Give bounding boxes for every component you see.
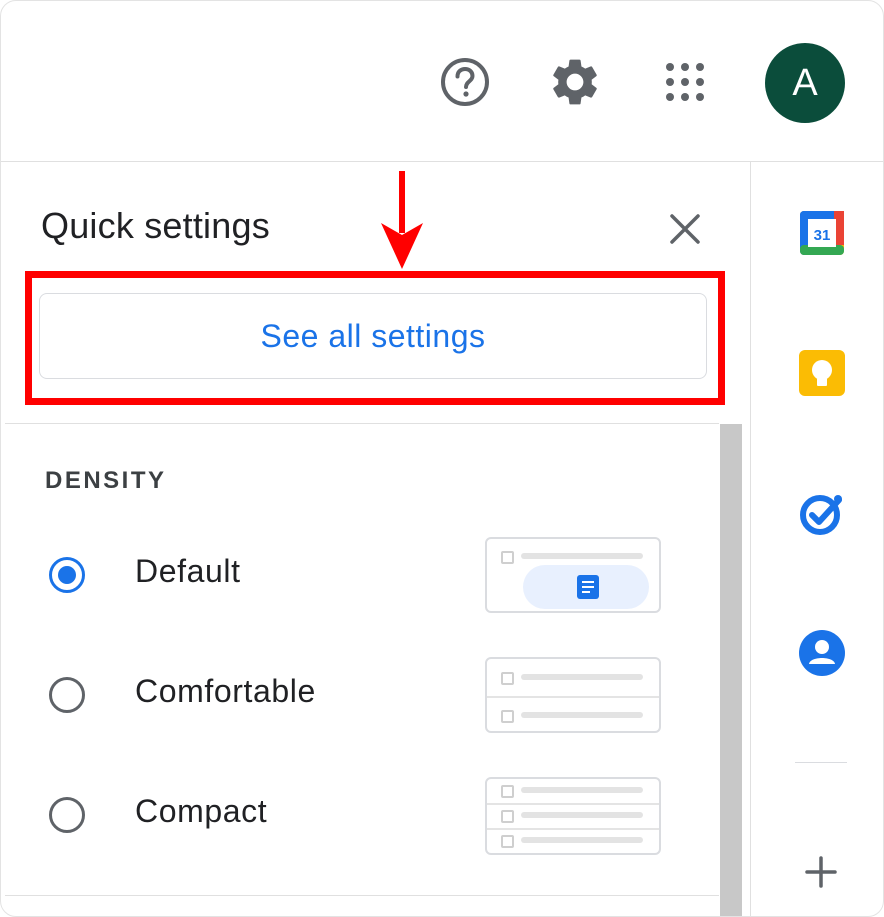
calendar-icon[interactable]: 31 [797, 208, 847, 258]
contacts-icon[interactable] [797, 628, 847, 678]
section-divider [5, 895, 719, 896]
close-icon[interactable] [665, 209, 705, 249]
help-circle-icon[interactable] [436, 53, 494, 111]
density-option-compact[interactable]: Compact [41, 777, 681, 857]
rail-divider [795, 762, 847, 763]
side-rail: 31 [750, 162, 883, 916]
annotation-arrow-icon [381, 171, 423, 269]
panel-title: Quick settings [41, 205, 270, 246]
tasks-icon[interactable] [797, 488, 847, 538]
section-divider [5, 423, 719, 424]
calendar-day: 31 [814, 227, 831, 244]
option-label: Compact [135, 793, 268, 829]
see-all-settings-button[interactable]: See all settings [39, 293, 707, 379]
density-option-comfortable[interactable]: Comfortable [41, 657, 681, 737]
gear-icon[interactable] [546, 53, 604, 111]
panel-scrollbar[interactable] [720, 424, 742, 916]
default-density-preview [485, 537, 661, 613]
apps-grid-icon[interactable] [656, 53, 714, 111]
document-icon [577, 575, 599, 599]
account-avatar[interactable]: A [765, 43, 845, 123]
option-label: Comfortable [135, 673, 316, 709]
top-bar: A [1, 1, 883, 162]
plus-icon[interactable] [803, 854, 839, 890]
density-option-default[interactable]: Default [41, 537, 681, 617]
radio-default[interactable] [49, 557, 85, 593]
option-label: Default [135, 553, 241, 589]
radio-comfortable[interactable] [49, 677, 85, 713]
compact-density-preview [485, 777, 661, 855]
radio-compact[interactable] [49, 797, 85, 833]
density-section-label: DENSITY [45, 467, 167, 494]
comfortable-density-preview [485, 657, 661, 733]
app-frame: A Quick settings See all settings DENSIT… [0, 0, 884, 917]
keep-icon[interactable] [797, 348, 847, 398]
